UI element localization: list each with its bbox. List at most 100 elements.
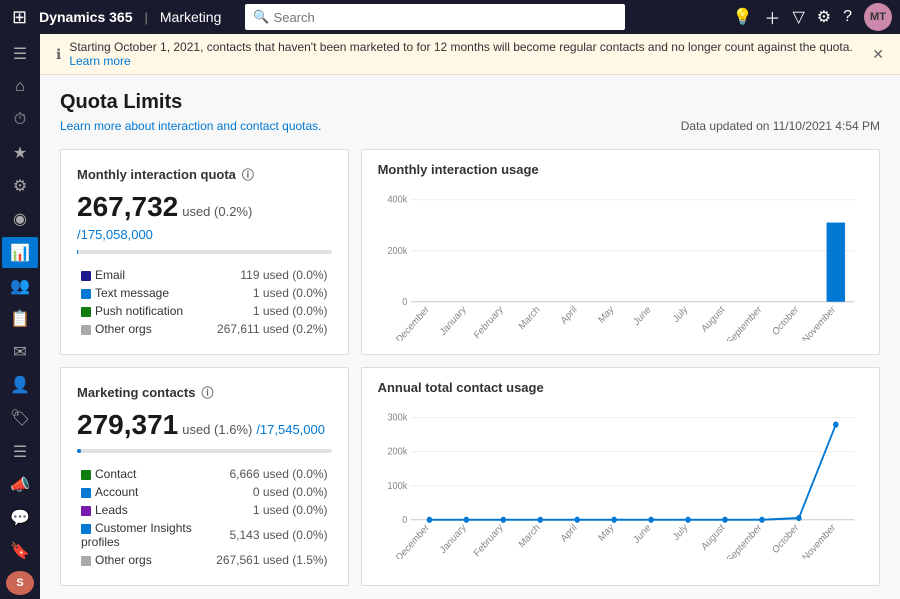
sidebar-item-emails[interactable]: ✉: [2, 337, 38, 368]
legend-row: Email119 used (0.0%): [77, 266, 332, 284]
svg-text:February: February: [472, 522, 505, 559]
monthly-quota-bar-fill: [77, 250, 78, 254]
add-icon[interactable]: ＋: [764, 5, 780, 29]
waffle-icon[interactable]: ⊞: [8, 3, 31, 32]
help-icon[interactable]: ?: [843, 8, 852, 26]
svg-text:April: April: [559, 522, 579, 545]
monthly-quota-used-number: 267,732: [77, 191, 178, 223]
marketing-contacts-bar-fill: [77, 449, 81, 453]
monthly-quota-info-icon[interactable]: ⓘ: [242, 166, 254, 183]
marketing-contacts-used-pct: used (1.6%): [182, 422, 252, 437]
banner-close-icon[interactable]: ✕: [872, 46, 884, 63]
svg-text:December: December: [394, 303, 432, 341]
monthly-quota-legend: Email119 used (0.0%)Text message1 used (…: [77, 266, 332, 338]
filter-icon[interactable]: ▽: [792, 7, 804, 27]
sidebar: ☰ ⌂ ⏱ ★ ⚙ ◉ 📊 👥 📋 ✉ 👤 🏷 ☰ 📣 💬 🔖 S: [0, 34, 40, 599]
page-title: Quota Limits: [60, 91, 322, 114]
monthly-quota-card: Monthly interaction quota ⓘ 267,732 used…: [60, 149, 349, 355]
sidebar-user-avatar[interactable]: S: [6, 571, 34, 595]
svg-text:January: January: [438, 304, 468, 338]
svg-text:May: May: [596, 304, 616, 326]
svg-text:September: September: [725, 521, 764, 559]
sidebar-item-lists[interactable]: ☰: [2, 436, 38, 467]
svg-text:November: November: [800, 303, 838, 341]
sidebar-item-pinned[interactable]: ★: [2, 138, 38, 169]
app-title: Dynamics 365: [39, 9, 132, 25]
search-bar[interactable]: 🔍: [245, 4, 625, 30]
layout: ☰ ⌂ ⏱ ★ ⚙ ◉ 📊 👥 📋 ✉ 👤 🏷 ☰ 📣 💬 🔖 S ℹ Star…: [0, 34, 900, 599]
svg-text:300k: 300k: [387, 412, 407, 424]
legend-row: Other orgs267,611 used (0.2%): [77, 320, 332, 338]
svg-text:October: October: [770, 303, 801, 338]
page-subtitle-link[interactable]: Learn more about interaction and contact…: [60, 119, 322, 133]
annual-contact-chart: 0 100k 200k 300k DecemberJanuaryFebruary Marc…: [378, 399, 863, 559]
svg-text:July: July: [671, 522, 690, 543]
svg-text:May: May: [596, 522, 616, 544]
sidebar-item-messages[interactable]: 💬: [2, 502, 38, 533]
svg-text:December: December: [394, 521, 432, 559]
monthly-quota-title: Monthly interaction quota ⓘ: [77, 166, 332, 183]
svg-text:June: June: [631, 522, 652, 546]
marketing-contacts-info-icon[interactable]: ⓘ: [201, 384, 213, 401]
marketing-contacts-title: Marketing contacts ⓘ: [77, 384, 332, 401]
marketing-contacts-card: Marketing contacts ⓘ 279,371 used (1.6%)…: [60, 367, 349, 586]
cards-grid-top: Monthly interaction quota ⓘ 267,732 used…: [60, 149, 880, 355]
nav-divider: |: [145, 10, 148, 25]
sidebar-item-accounts[interactable]: 🏷: [2, 403, 38, 434]
annual-contact-chart-card: Annual total contact usage 0 100k 200k 300k…: [361, 367, 880, 586]
app-module: Marketing: [160, 9, 221, 25]
search-icon: 🔍: [253, 9, 269, 25]
sidebar-item-home[interactable]: ⌂: [2, 71, 38, 102]
sidebar-item-settings[interactable]: ⚙: [2, 171, 38, 202]
svg-text:100k: 100k: [387, 480, 407, 492]
banner-learn-more-link[interactable]: Learn more: [69, 54, 130, 68]
sidebar-item-analytics[interactable]: 📊: [2, 237, 38, 268]
legend-row: Leads1 used (0.0%): [77, 501, 332, 519]
monthly-usage-chart-card: Monthly interaction usage 0200k400kDecem…: [361, 149, 880, 355]
legend-row: Text message1 used (0.0%): [77, 284, 332, 302]
marketing-contacts-used-number: 279,371: [77, 409, 178, 441]
svg-text:November: November: [800, 521, 838, 559]
svg-text:January: January: [438, 522, 468, 556]
sidebar-item-outbound[interactable]: ◉: [2, 204, 38, 235]
settings-icon[interactable]: ⚙: [817, 7, 831, 27]
svg-text:200k: 200k: [387, 446, 407, 458]
svg-text:August: August: [699, 304, 727, 335]
legend-row: Contact6,666 used (0.0%): [77, 465, 332, 483]
sidebar-item-subscriptions[interactable]: 🔖: [2, 536, 38, 567]
sidebar-item-menu[interactable]: ☰: [2, 38, 38, 69]
lightbulb-icon[interactable]: 💡: [733, 7, 753, 27]
sidebar-item-contacts[interactable]: 👥: [2, 270, 38, 301]
user-avatar[interactable]: MT: [864, 3, 892, 31]
top-nav: ⊞ Dynamics 365 | Marketing 🔍 💡 ＋ ▽ ⚙ ? M…: [0, 0, 900, 34]
svg-text:October: October: [770, 521, 801, 556]
svg-text:August: August: [699, 522, 727, 553]
marketing-contacts-legend: Contact6,666 used (0.0%)Account0 used (0…: [77, 465, 332, 569]
monthly-usage-chart-title: Monthly interaction usage: [378, 162, 863, 177]
svg-text:March: March: [517, 522, 542, 550]
svg-text:400k: 400k: [387, 194, 407, 206]
svg-text:September: September: [725, 303, 764, 341]
annual-contact-chart-title: Annual total contact usage: [378, 380, 863, 395]
legend-row: Push notification1 used (0.0%): [77, 302, 332, 320]
marketing-contacts-bar: [77, 449, 332, 453]
sidebar-item-events[interactable]: 📣: [2, 469, 38, 500]
sidebar-item-recent[interactable]: ⏱: [2, 104, 38, 135]
legend-row: Customer Insights profiles5,143 used (0.…: [77, 519, 332, 551]
search-input[interactable]: [274, 10, 618, 25]
info-icon: ℹ: [56, 46, 61, 63]
main-area: ℹ Starting October 1, 2021, contacts tha…: [40, 34, 900, 599]
data-updated-label: Data updated on 11/10/2021 4:54 PM: [681, 119, 880, 133]
notification-banner: ℹ Starting October 1, 2021, contacts tha…: [40, 34, 900, 75]
svg-text:June: June: [631, 304, 652, 328]
page-header: Quota Limits Learn more about interactio…: [60, 91, 880, 133]
marketing-contacts-total: /17,545,000: [256, 422, 325, 437]
monthly-quota-used-pct: used (0.2%): [182, 204, 252, 219]
legend-row: Account0 used (0.0%): [77, 483, 332, 501]
nav-icon-group: 💡 ＋ ▽ ⚙ ? MT: [733, 3, 893, 31]
sidebar-item-segments[interactable]: 📋: [2, 303, 38, 334]
cards-grid-bottom: Marketing contacts ⓘ 279,371 used (1.6%)…: [60, 367, 880, 586]
svg-text:0: 0: [402, 514, 408, 526]
svg-text:April: April: [559, 304, 579, 327]
sidebar-item-leads[interactable]: 👤: [2, 370, 38, 401]
